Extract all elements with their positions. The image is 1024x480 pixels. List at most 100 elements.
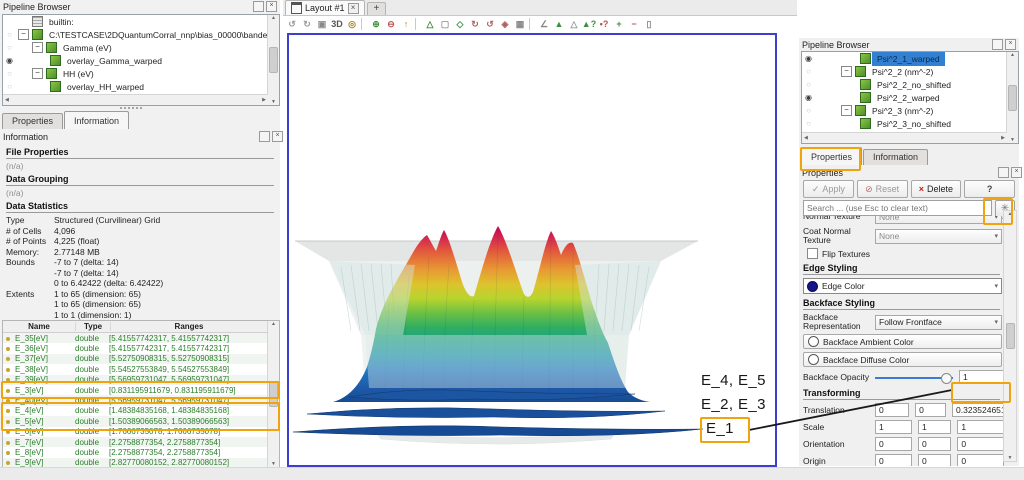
flip-textures-checkbox[interactable] (807, 248, 818, 259)
pipeline-item[interactable]: ○ Psi^2_2_no_shifted (802, 78, 1018, 91)
pipeline-item[interactable]: ◉ Psi^2_1_warped (802, 52, 1018, 65)
close-panel-icon[interactable]: × (1011, 167, 1022, 178)
translation-x-field[interactable]: 0 (875, 403, 909, 417)
column-header-ranges[interactable]: Ranges (111, 322, 268, 331)
backface-representation-dropdown[interactable]: Follow Frontface▾ (875, 315, 1002, 330)
hover-cells-query-icon[interactable]: ▲? (582, 17, 596, 31)
pipeline-item-label[interactable]: Psi^2_1_warped (874, 54, 943, 64)
scroll-down-icon[interactable]: ▼ (1008, 455, 1013, 461)
measure-icon[interactable]: ∠ (537, 17, 551, 31)
origin-x-field[interactable]: 0 (875, 454, 912, 466)
pipeline-item-label[interactable]: builtin: (46, 17, 77, 27)
data-array-row[interactable]: E_4[eV] double [1.48384835168, 1.4838483… (3, 406, 279, 416)
scroll-up-icon[interactable]: ▲ (271, 15, 276, 21)
column-header-type[interactable]: Type (76, 322, 111, 331)
scale-y-field[interactable]: 1 (918, 420, 951, 434)
expander-icon[interactable]: − (18, 29, 29, 40)
delete-button[interactable]: ×Delete (911, 180, 962, 198)
pipeline-item-label[interactable]: Gamma (eV) (60, 43, 115, 53)
properties-vertical-scrollbar[interactable]: ▲ ▼ (1003, 210, 1017, 462)
reset-camera-closest-icon[interactable]: ↑ (399, 17, 413, 31)
data-array-row[interactable]: E_36[eV] double [5.41557742317, 5.415577… (3, 343, 279, 353)
toolbar-separator[interactable] (361, 18, 368, 30)
scroll-thumb[interactable] (269, 47, 278, 73)
expander-icon[interactable]: − (841, 66, 852, 77)
zoom-to-data-icon[interactable]: ◎ (345, 17, 359, 31)
backface-opacity-value[interactable]: 1 (959, 370, 1004, 384)
pipeline-item[interactable]: ○ − C:\TESTCASE\2DQuantumCorral_nnp\bias… (3, 28, 279, 41)
slider-knob[interactable] (941, 373, 952, 384)
orientation-x-field[interactable]: 0 (875, 437, 912, 451)
scroll-right-icon[interactable]: ▶ (262, 97, 266, 103)
close-panel-icon[interactable]: × (272, 131, 283, 142)
pipeline-item-label[interactable]: Psi^2_2_warped (874, 93, 943, 103)
scroll-thumb[interactable] (269, 381, 278, 407)
rotate-counterclockwise-icon[interactable]: ↺ (483, 17, 497, 31)
backface-opacity-slider[interactable] (875, 371, 953, 384)
translation-y-field[interactable]: 0 (915, 403, 946, 417)
pipeline-item[interactable]: ○ − Gamma (eV) (3, 41, 279, 54)
rotate-clockwise-icon[interactable]: ↻ (468, 17, 482, 31)
new-layout-tab-button[interactable]: + (367, 2, 387, 15)
delete-view-icon[interactable]: ▯ (642, 17, 656, 31)
pipeline-item-label[interactable]: C:\TESTCASE\2DQuantumCorral_nnp\bias_000… (46, 30, 280, 40)
data-array-row[interactable]: E_37[eV] double [5.52750908315, 5.527509… (3, 354, 279, 364)
scroll-left-icon[interactable]: ◀ (5, 97, 9, 103)
scroll-right-icon[interactable]: ▶ (1001, 135, 1005, 141)
origin-z-field[interactable]: 0 (957, 454, 1004, 466)
close-panel-icon[interactable]: × (266, 1, 277, 12)
pipeline-item[interactable]: builtin: (3, 15, 279, 28)
scroll-down-icon[interactable]: ▼ (271, 99, 276, 105)
close-panel-icon[interactable]: × (1005, 39, 1016, 50)
reset-button[interactable]: ⊘Reset (857, 180, 908, 198)
tree-horizontal-scrollbar[interactable]: ◀ ▶ (802, 132, 1007, 143)
tab-layout-1[interactable]: Layout #1 × (285, 0, 365, 15)
pipeline-item[interactable]: ○ − Psi^2_2 (nm^-2) (802, 65, 1018, 78)
toolbar-separator[interactable] (415, 18, 422, 30)
tree-vertical-scrollbar[interactable]: ▲ ▼ (267, 15, 279, 105)
float-panel-icon[interactable] (259, 131, 270, 142)
select-surface-icon[interactable]: ▲ (552, 17, 566, 31)
undo-camera-icon[interactable]: ↺ (285, 17, 299, 31)
data-array-row[interactable]: E_40[eV] double [5.56959731047, 5.569597… (3, 395, 279, 405)
scroll-up-icon[interactable]: ▲ (1008, 211, 1013, 217)
pipeline-item-label[interactable]: Psi^2_3 (nm^-2) (869, 106, 936, 116)
translation-z-field[interactable]: 0.323524651 (952, 403, 1004, 417)
float-panel-icon[interactable] (992, 39, 1003, 50)
select-points-icon[interactable]: △ (567, 17, 581, 31)
camera-blocks-icon[interactable]: ▦ (513, 17, 527, 31)
data-array-row[interactable]: E_35[eV] double [5.41557742317, 5.415577… (3, 333, 279, 343)
data-array-row[interactable]: E_5[eV] double [1.50389066563, 1.5038906… (3, 416, 279, 426)
tab-information[interactable]: Information (863, 149, 928, 165)
remove-view-icon[interactable]: − (627, 17, 641, 31)
scroll-thumb[interactable] (1006, 323, 1015, 349)
splitter-handle[interactable] (120, 107, 142, 109)
float-panel-icon[interactable] (998, 167, 1009, 178)
zoom-in-icon[interactable]: ⊕ (369, 17, 383, 31)
normal-texture-dropdown[interactable]: None▾ (875, 216, 1002, 224)
visibility-eye-icon[interactable]: ○ (3, 82, 16, 91)
reset-camera-icon[interactable]: △ (423, 17, 437, 31)
pipeline-item[interactable]: ○ Psi^2_3_no_shifted (802, 117, 1018, 130)
pipeline-item[interactable]: ○ − Psi^2_3 (nm^-2) (802, 104, 1018, 117)
backface-diffuse-color-button[interactable]: Backface Diffuse Color (803, 352, 1002, 367)
data-array-row[interactable]: E_7[eV] double [2.2758877354, 2.27588773… (3, 437, 279, 447)
pipeline-item-label[interactable]: Psi^2_2 (nm^-2) (869, 67, 936, 77)
pipeline-item-label[interactable]: overlay_Gamma_warped (64, 56, 165, 66)
tree-horizontal-scrollbar[interactable]: ◀ ▶ (3, 94, 268, 105)
data-array-row[interactable]: E_8[eV] double [2.2758877354, 2.27588773… (3, 447, 279, 457)
edge-color-combo[interactable]: Edge Color ▾ (803, 278, 1002, 294)
data-array-row[interactable]: E_3[eV] double [0.831195911679, 0.831195… (3, 385, 279, 395)
toolbar-separator[interactable] (529, 18, 536, 30)
visibility-eye-icon[interactable]: ◉ (3, 56, 16, 65)
redo-camera-icon[interactable]: ↻ (300, 17, 314, 31)
scroll-up-icon[interactable]: ▲ (271, 321, 276, 327)
pipeline-item[interactable]: ○ − HH (eV) (3, 67, 279, 80)
pipeline-item-label[interactable]: Psi^2_3_no_shifted (874, 119, 954, 129)
tab-properties[interactable]: Properties (801, 147, 862, 165)
search-input[interactable] (803, 200, 992, 216)
hover-points-query-icon[interactable]: •? (597, 17, 611, 31)
data-array-row[interactable]: E_38[eV] double [5.54527553849, 5.545275… (3, 364, 279, 374)
expander-icon[interactable]: − (841, 105, 852, 116)
backface-ambient-color-button[interactable]: Backface Ambient Color (803, 334, 1002, 349)
